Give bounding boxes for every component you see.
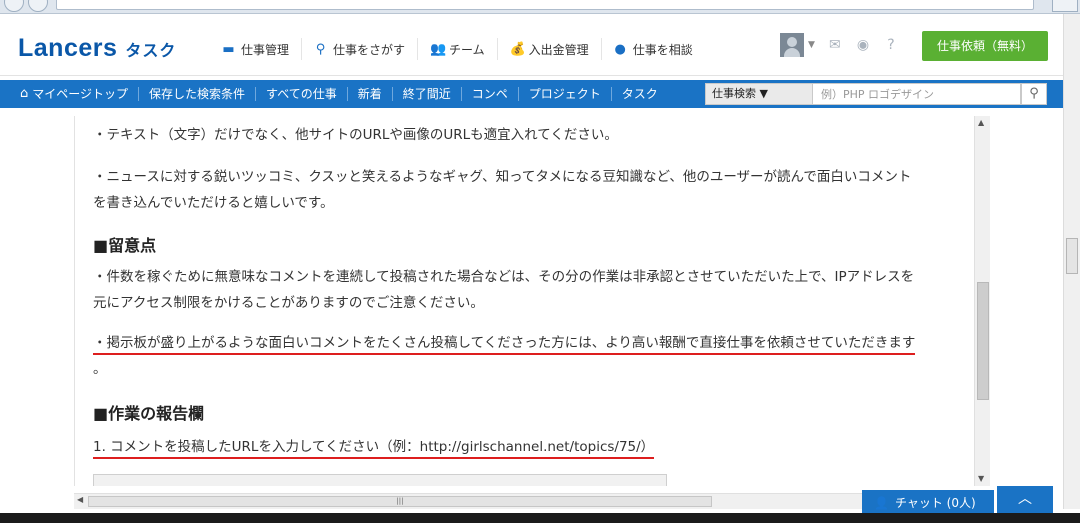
nav-mypage-top[interactable]: ⌂ マイページトップ	[10, 86, 140, 101]
nav-all-jobs[interactable]: すべての仕事	[256, 87, 348, 101]
nav-label: マイページトップ	[32, 87, 129, 101]
search-button[interactable]: ⚲	[1021, 83, 1047, 105]
paragraph-line: 元にアクセス制限をかけることがありますのでご注意ください。	[93, 295, 484, 311]
money-bag-icon: 💰	[509, 41, 526, 57]
underlined-text: ・掲示板が盛り上がるような面白いコメントをたくさん投稿してくださった方には、より…	[93, 335, 916, 355]
post-job-button[interactable]: 仕事依頼（無料）	[922, 31, 1048, 61]
paragraph: ・掲示板が盛り上がるような面白いコメントをたくさん投稿してくださった方には、より…	[93, 330, 963, 382]
nav-task[interactable]: タスク	[612, 87, 668, 101]
nav-saved-searches[interactable]: 保存した検索条件	[139, 87, 257, 101]
forward-button[interactable]	[28, 0, 48, 12]
scrollbar-thumb[interactable]: |||	[88, 496, 712, 507]
scroll-down-arrow-icon[interactable]: ▼	[978, 474, 984, 483]
nav-competition[interactable]: コンペ	[462, 87, 519, 101]
logo-text: Lancers	[18, 34, 118, 62]
nav-label: 仕事をさがす	[333, 42, 406, 57]
nav-label: 仕事管理	[241, 42, 290, 57]
header-user-area: ▼ ✉ ◉ ?	[780, 33, 899, 57]
nav-new[interactable]: 新着	[348, 87, 393, 101]
paragraph-line: 。	[93, 361, 107, 377]
paragraph-line: ・ニュースに対する鋭いツッコミ、クスッと笑えるようなギャグ、知ってタメになる豆知…	[93, 169, 912, 185]
browser-toolbar	[0, 0, 1080, 14]
task-description: ・テキスト（文字）だけでなく、他サイトのURLや画像のURLも適宜入れてください…	[74, 116, 974, 486]
paragraph: ・テキスト（文字）だけでなく、他サイトのURLや画像のURLも適宜入れてください…	[93, 127, 618, 143]
home-icon: ⌂	[20, 86, 29, 101]
nav-ending-soon[interactable]: 終了間近	[393, 87, 462, 101]
question-label: 1. コメントを投稿したURLを入力してください（例：http://girlsc…	[93, 434, 963, 460]
chat-expand-button[interactable]: ︿	[997, 486, 1053, 516]
nav-label: 仕事を相談	[632, 42, 693, 57]
scroll-left-arrow-icon[interactable]: ◀	[77, 495, 83, 504]
chevron-down-icon[interactable]: ▼	[808, 40, 815, 50]
url-answer-field[interactable]	[93, 474, 667, 486]
chevron-up-icon: ︿	[1018, 491, 1032, 507]
underlined-text: 1. コメントを投稿したURLを入力してください（例：http://girlsc…	[93, 439, 655, 459]
secondary-nav-items: ⌂ マイページトップ 保存した検索条件 すべての仕事 新着 終了間近 コンペ プ…	[10, 80, 668, 108]
folder-icon: ▬	[222, 41, 235, 57]
back-button[interactable]	[4, 0, 24, 12]
site-header: Lancers タスク ▬ 仕事管理 ⚲ 仕事をさがす 👥 チーム 💰 入出金管…	[0, 14, 1080, 76]
paragraph: ・件数を稼ぐために無意味なコメントを連続して投稿された場合などは、その分の作業は…	[93, 264, 963, 316]
search-category-select[interactable]: 仕事検索 ▼	[705, 83, 813, 105]
scrollbar-thumb[interactable]	[977, 282, 989, 400]
logo-sub-text: タスク	[125, 41, 177, 60]
search-input[interactable]	[813, 83, 1021, 105]
content-horizontal-scrollbar[interactable]: ◀ |||	[74, 493, 990, 509]
content-vertical-scrollbar[interactable]: ▲ ▼	[974, 116, 990, 486]
mail-icon[interactable]: ✉	[827, 37, 843, 53]
scrollbar-thumb[interactable]	[1066, 238, 1078, 274]
paragraph-line: ・件数を稼ぐために無意味なコメントを連続して投稿された場合などは、その分の作業は…	[93, 269, 915, 285]
paragraph: ・ニュースに対する鋭いツッコミ、クスッと笑えるようなギャグ、知ってタメになる豆知…	[93, 164, 963, 216]
secondary-nav: ⌂ マイページトップ 保存した検索条件 すべての仕事 新着 終了間近 コンペ プ…	[0, 80, 1080, 108]
nav-find-job[interactable]: ⚲ 仕事をさがす	[302, 38, 419, 60]
highlighted-line: ・掲示板が盛り上がるような面白いコメントをたくさん投稿してくださった方には、より…	[93, 330, 963, 356]
taskbar-strip	[0, 513, 1080, 523]
avatar[interactable]	[780, 33, 804, 57]
scroll-up-arrow-icon[interactable]: ▲	[978, 118, 984, 127]
chat-bubble-icon: ●	[614, 41, 626, 57]
nav-payments[interactable]: 💰 入出金管理	[498, 38, 602, 60]
team-icon: 👥	[430, 41, 447, 57]
browser-menu-button[interactable]	[1052, 0, 1078, 12]
nav-label: 入出金管理	[528, 42, 589, 57]
address-bar[interactable]	[56, 0, 1034, 10]
nav-consult[interactable]: ● 仕事を相談	[602, 38, 705, 60]
section-heading-notes: ■留意点	[93, 236, 157, 255]
nav-project[interactable]: プロジェクト	[519, 87, 612, 101]
lancers-logo[interactable]: Lancers タスク	[18, 34, 177, 62]
header-nav: ▬ 仕事管理 ⚲ 仕事をさがす 👥 チーム 💰 入出金管理 ● 仕事を相談	[210, 38, 705, 60]
search-icon: ⚲	[1029, 86, 1039, 101]
nav-job-management[interactable]: ▬ 仕事管理	[210, 38, 303, 60]
search-icon: ⚲	[315, 41, 326, 57]
paragraph-line: を書き込んでいただけると嬉しいです。	[93, 195, 334, 211]
nav-label: チーム	[449, 42, 485, 57]
help-icon[interactable]: ?	[883, 37, 899, 53]
globe-icon[interactable]: ◉	[855, 37, 871, 53]
section-heading-report: ■作業の報告欄	[93, 404, 205, 423]
nav-team[interactable]: 👥 チーム	[418, 38, 498, 60]
page-scrollbar[interactable]	[1063, 14, 1080, 509]
